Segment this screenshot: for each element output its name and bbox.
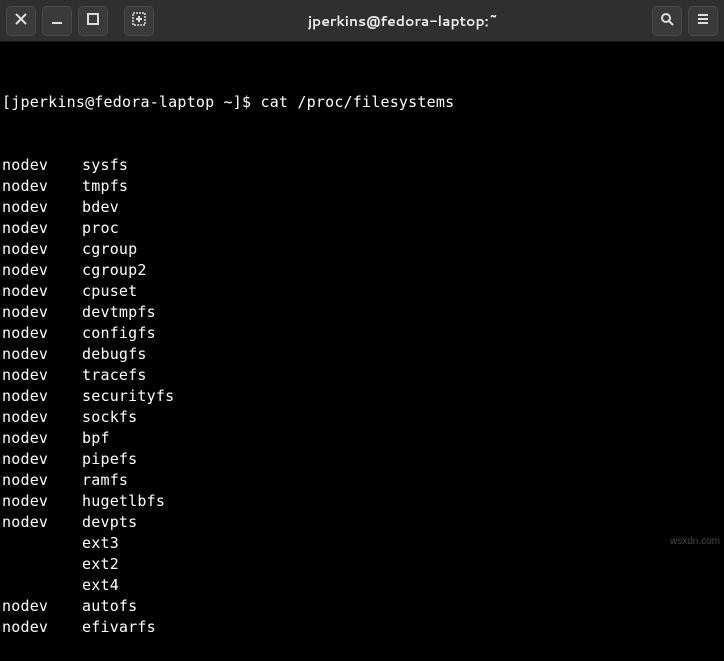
output-line: nodevconfigfs <box>2 323 722 344</box>
fs-name: cgroup <box>82 240 137 258</box>
fs-name: hugetlbfs <box>82 492 165 510</box>
new-tab-icon <box>132 11 146 30</box>
fs-flag: nodev <box>2 386 82 407</box>
fs-name: ext2 <box>82 555 119 573</box>
fs-flag: nodev <box>2 512 82 533</box>
fs-name: ext3 <box>82 534 119 552</box>
titlebar: jperkins@fedora-laptop:~ <box>0 0 724 42</box>
fs-name: ramfs <box>82 471 128 489</box>
fs-name: ext4 <box>82 576 119 594</box>
fs-name: debugfs <box>82 345 147 363</box>
output-line: nodevdevtmpfs <box>2 302 722 323</box>
fs-flag: nodev <box>2 617 82 638</box>
fs-flag: nodev <box>2 596 82 617</box>
fs-name: cpuset <box>82 282 137 300</box>
new-tab-button[interactable] <box>124 6 154 36</box>
output-line: nodevsecurityfs <box>2 386 722 407</box>
fs-flag: nodev <box>2 155 82 176</box>
fs-name: tmpfs <box>82 177 128 195</box>
output-line: nodevramfs <box>2 470 722 491</box>
output-line: ext2 <box>2 554 722 575</box>
output-line: nodevdebugfs <box>2 344 722 365</box>
prompt-prefix: [jperkins@fedora-laptop ~]$ <box>2 93 260 111</box>
fs-flag: nodev <box>2 323 82 344</box>
output-line: nodevtracefs <box>2 365 722 386</box>
fs-flag: nodev <box>2 491 82 512</box>
fs-name: autofs <box>82 597 137 615</box>
terminal-content[interactable]: [jperkins@fedora-laptop ~]$ cat /proc/fi… <box>0 42 724 661</box>
output-line: nodevbdev <box>2 197 722 218</box>
window-title: jperkins@fedora-laptop:~ <box>160 11 646 31</box>
fs-flag: nodev <box>2 176 82 197</box>
fs-flag: nodev <box>2 365 82 386</box>
fs-name: bpf <box>82 429 110 447</box>
fs-flag: nodev <box>2 281 82 302</box>
output-line: nodevcgroup2 <box>2 260 722 281</box>
output-line: ext4 <box>2 575 722 596</box>
output-lines: nodevsysfsnodevtmpfsnodevbdevnodevprocno… <box>2 155 722 638</box>
fs-name: pipefs <box>82 450 137 468</box>
fs-flag: nodev <box>2 449 82 470</box>
fs-name: devtmpfs <box>82 303 156 321</box>
fs-flag: nodev <box>2 344 82 365</box>
fs-flag: nodev <box>2 302 82 323</box>
fs-name: configfs <box>82 324 156 342</box>
menu-button[interactable] <box>688 6 718 36</box>
fs-flag: nodev <box>2 197 82 218</box>
output-line: nodevcgroup <box>2 239 722 260</box>
maximize-button[interactable] <box>78 6 108 36</box>
fs-name: devpts <box>82 513 137 531</box>
fs-flag: nodev <box>2 239 82 260</box>
fs-flag: nodev <box>2 218 82 239</box>
output-line: nodevbpf <box>2 428 722 449</box>
close-icon <box>14 11 28 30</box>
output-line: nodevpipefs <box>2 449 722 470</box>
maximize-icon <box>86 11 100 30</box>
fs-flag: nodev <box>2 428 82 449</box>
output-line: nodevsockfs <box>2 407 722 428</box>
prompt-command: cat /proc/filesystems <box>260 93 454 111</box>
fs-name: securityfs <box>82 387 174 405</box>
fs-flag: nodev <box>2 260 82 281</box>
output-line: nodevefivarfs <box>2 617 722 638</box>
output-line: nodevsysfs <box>2 155 722 176</box>
search-icon <box>660 11 674 30</box>
fs-name: bdev <box>82 198 119 216</box>
output-line: nodevcpuset <box>2 281 722 302</box>
prompt-line: [jperkins@fedora-laptop ~]$ cat /proc/fi… <box>2 92 722 113</box>
close-button[interactable] <box>6 6 36 36</box>
fs-name: sysfs <box>82 156 128 174</box>
minimize-icon <box>50 11 64 30</box>
output-line: nodevhugetlbfs <box>2 491 722 512</box>
fs-name: cgroup2 <box>82 261 147 279</box>
output-line: nodevtmpfs <box>2 176 722 197</box>
fs-flag: nodev <box>2 407 82 428</box>
fs-name: sockfs <box>82 408 137 426</box>
output-line: nodevautofs <box>2 596 722 617</box>
minimize-button[interactable] <box>42 6 72 36</box>
fs-name: efivarfs <box>82 618 156 636</box>
search-button[interactable] <box>652 6 682 36</box>
fs-name: tracefs <box>82 366 147 384</box>
output-line: nodevdevpts <box>2 512 722 533</box>
fs-name: proc <box>82 219 119 237</box>
fs-flag: nodev <box>2 470 82 491</box>
hamburger-icon <box>696 11 710 30</box>
output-line: nodevproc <box>2 218 722 239</box>
